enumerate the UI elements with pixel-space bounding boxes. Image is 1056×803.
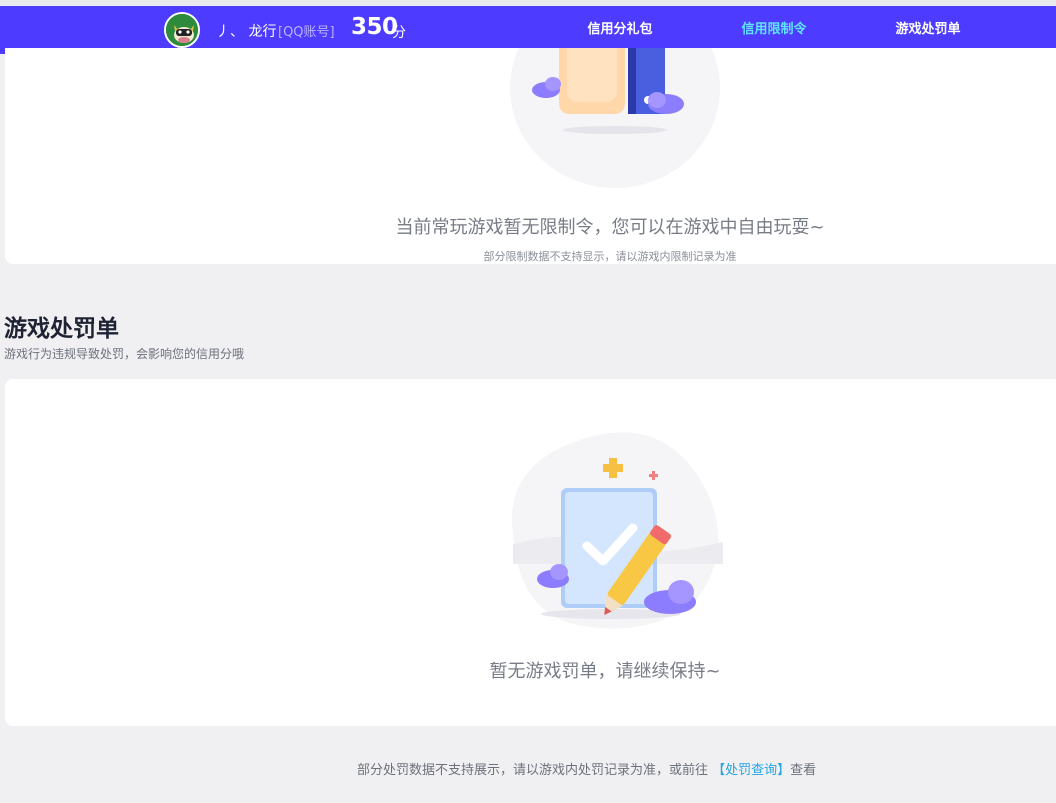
footer-note-suffix: 查看 (790, 763, 817, 778)
penalty-query-link[interactable]: 【处罚查询】 (712, 763, 790, 778)
checklist-pencil-illustration (511, 432, 723, 629)
restriction-card: 当前常玩游戏暂无限制令，您可以在游戏中自由玩耍~ 部分限制数据不支持显示，请以游… (5, 48, 1056, 264)
penalty-section-subtitle: 游戏行为违规导致处罚，会影响您的信用分哦 (4, 347, 245, 361)
credit-score-value: 350 (351, 14, 398, 40)
top-nav-bar: 丿、 龙行 [QQ账号] 350 分 信用分礼包 信用限制令 游戏处罚单 (0, 0, 1056, 54)
penalty-footer-note: 部分处罚数据不支持展示，请以游戏内处罚记录为准，或前往 【处罚查询】查看 (357, 759, 816, 778)
cow-avatar-icon (166, 14, 198, 46)
tab-game-penalty[interactable]: 游戏处罚单 (892, 6, 964, 54)
tab-credit-gift[interactable]: 信用分礼包 (584, 6, 656, 54)
tab-credit-restriction[interactable]: 信用限制令 (738, 6, 810, 54)
credit-score-unit: 分 (392, 25, 406, 41)
penalty-empty-message: 暂无游戏罚单，请继续保持~ (489, 661, 721, 682)
user-name: 丿、 龙行 (216, 24, 277, 40)
account-type-label: [QQ账号] (278, 25, 335, 40)
footer-note-text: 部分处罚数据不支持展示，请以游戏内处罚记录为准，或前往 (357, 763, 713, 778)
restriction-empty-note: 部分限制数据不支持显示，请以游戏内限制记录为准 (483, 250, 737, 263)
penalty-section-title: 游戏处罚单 (4, 316, 119, 342)
restriction-empty-message: 当前常玩游戏暂无限制令，您可以在游戏中自由玩耍~ (395, 217, 825, 238)
hand-stop-illustration (510, 48, 720, 188)
user-avatar[interactable] (164, 12, 200, 48)
credit-page: 丿、 龙行 [QQ账号] 350 分 信用分礼包 信用限制令 游戏处罚单 当前常… (0, 0, 1056, 803)
